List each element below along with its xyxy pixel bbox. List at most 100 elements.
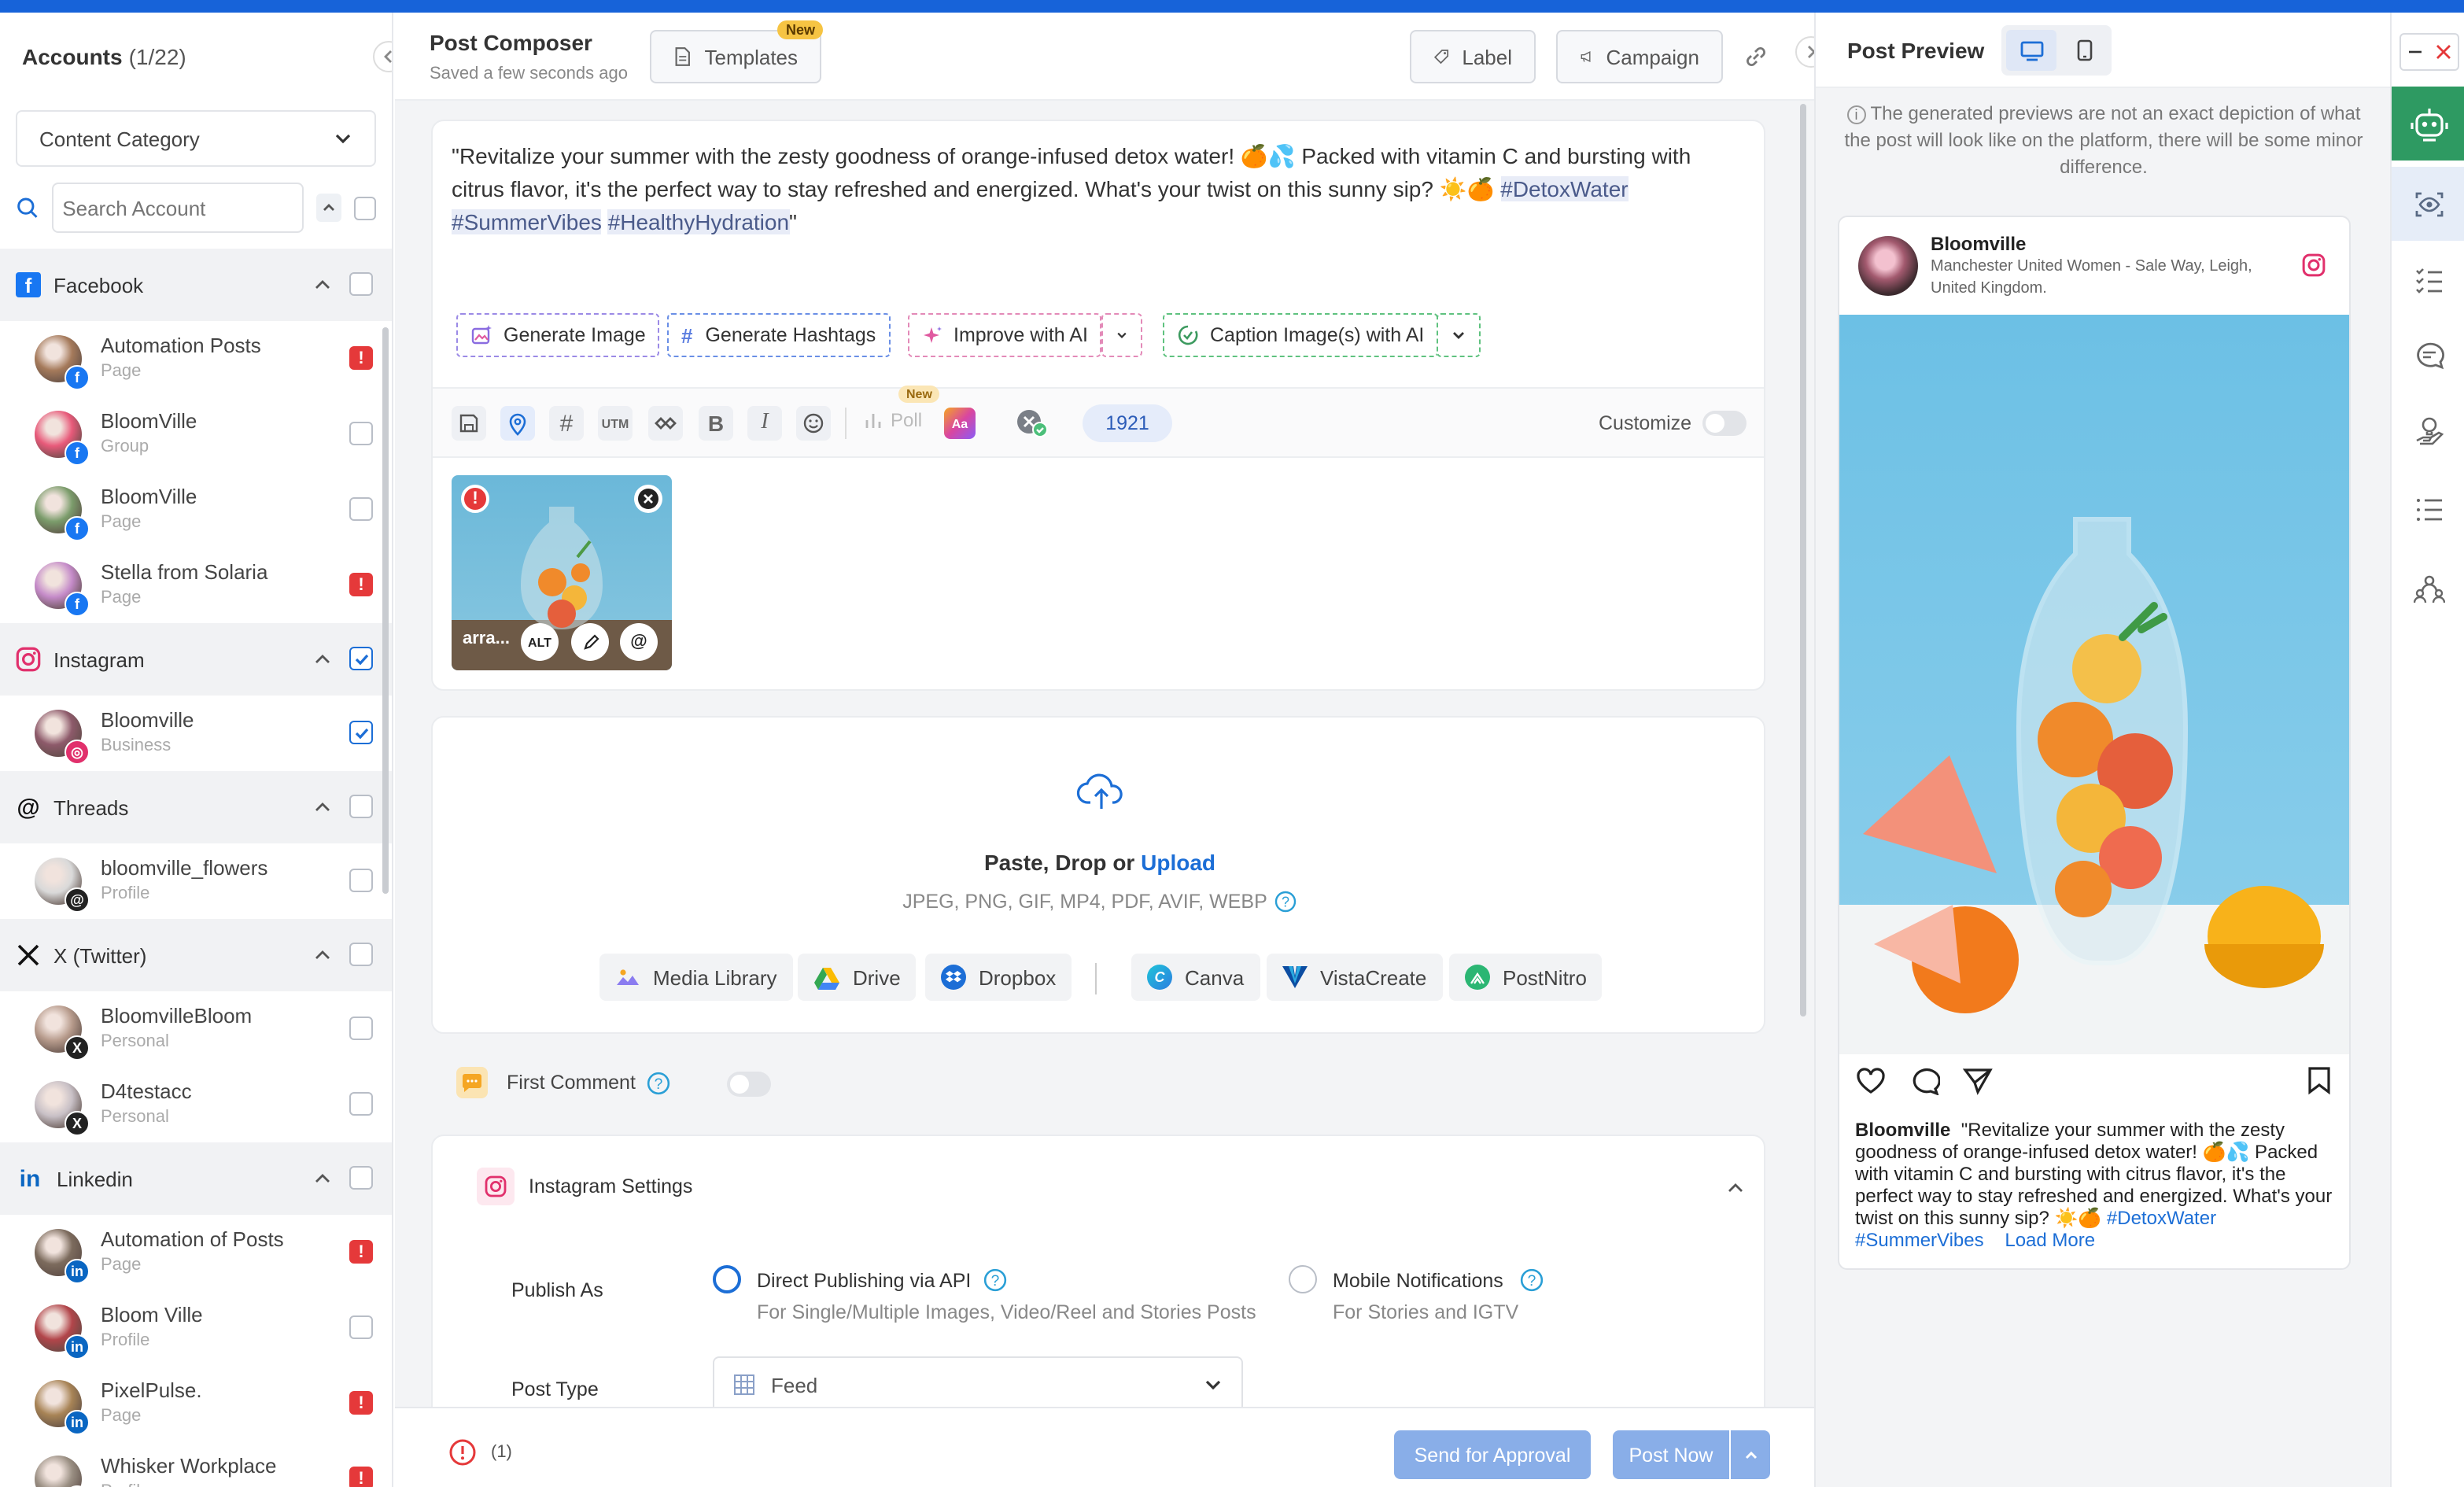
group-facebook[interactable]: f Facebook (0, 249, 392, 321)
account-item[interactable]: f Automation Posts Page ! (0, 321, 392, 397)
account-item[interactable]: in Automation of Posts Page ! (0, 1215, 392, 1290)
customize-toggle[interactable] (1702, 411, 1747, 436)
account-item[interactable]: X D4testacc Personal (0, 1067, 392, 1142)
load-more-link[interactable]: Load More (2005, 1229, 2095, 1251)
account-checkbox[interactable] (349, 1092, 373, 1116)
eye-scan-icon[interactable] (2414, 189, 2445, 220)
utm-button[interactable]: UTM (598, 406, 633, 441)
chevron-up-icon[interactable] (313, 650, 332, 669)
tag-user-button[interactable]: @ (620, 623, 658, 661)
label-button[interactable]: Label (1410, 30, 1536, 83)
account-item[interactable]: f BloomVille Group (0, 397, 392, 472)
media-library-button[interactable]: Media Library (599, 954, 793, 1001)
team-users-icon[interactable] (2414, 573, 2445, 604)
group-linkedin[interactable]: in Linkedin (0, 1142, 392, 1215)
composer-scrollbar[interactable] (1800, 104, 1806, 1017)
help-icon[interactable]: ? (983, 1268, 1007, 1292)
collapse-panel-button[interactable] (373, 41, 392, 72)
threaded-tweets-button[interactable] (648, 406, 683, 441)
direct-publishing-radio[interactable] (713, 1265, 741, 1293)
group-x-twitter-[interactable]: X (Twitter) (0, 919, 392, 991)
ai-text-style-button[interactable]: Aa (944, 408, 976, 439)
select-all-checkbox[interactable] (354, 196, 376, 220)
group-instagram[interactable]: Instagram (0, 623, 392, 696)
location-button[interactable] (500, 406, 535, 441)
account-checkbox[interactable] (349, 1017, 373, 1040)
account-checkbox[interactable] (349, 1315, 373, 1339)
account-item[interactable]: f BloomVille Page (0, 472, 392, 548)
group-checkbox[interactable] (349, 647, 373, 670)
alt-text-button[interactable]: ALT (521, 623, 559, 661)
dropbox-button[interactable]: Dropbox (925, 954, 1072, 1001)
chevron-up-icon[interactable] (1726, 1179, 1745, 1197)
account-item[interactable]: f Stella from Solaria Page ! (0, 548, 392, 623)
vistacreate-button[interactable]: VistaCreate (1267, 954, 1443, 1001)
post-now-button[interactable]: Post Now (1613, 1430, 1729, 1479)
poll-button[interactable]: Poll (864, 409, 922, 431)
group-checkbox[interactable] (349, 272, 373, 296)
like-icon[interactable] (1855, 1067, 1887, 1095)
mobile-notifications-radio[interactable] (1289, 1265, 1317, 1293)
save-draft-button[interactable] (452, 406, 486, 441)
warning-icon[interactable]: ! (349, 1391, 373, 1415)
canva-button[interactable]: C Canva (1131, 954, 1260, 1001)
task-list-icon[interactable] (2414, 264, 2445, 296)
post-type-dropdown[interactable]: Feed (713, 1356, 1243, 1413)
ai-assistant-button[interactable] (2392, 87, 2464, 161)
account-item[interactable]: X BloomvilleBloom Personal (0, 991, 392, 1067)
templates-button[interactable]: Templates New (650, 20, 823, 83)
generate-image-button[interactable]: Generate Image (456, 313, 660, 357)
account-checkbox[interactable] (349, 422, 373, 445)
mobile-view-button[interactable] (2063, 30, 2107, 71)
minimize-icon[interactable] (2407, 44, 2423, 60)
account-item[interactable]: in Whisker Workplace Profile ! (0, 1441, 392, 1487)
first-comment-toggle[interactable] (727, 1072, 771, 1097)
bold-button[interactable]: B (699, 406, 733, 441)
close-icon[interactable] (2436, 44, 2451, 60)
help-icon[interactable]: ? (1275, 891, 1297, 913)
content-category-dropdown[interactable]: Content Category (16, 110, 376, 167)
upload-dropzone[interactable]: Paste, Drop or Upload JPEG, PNG, GIF, MP… (431, 716, 1765, 1034)
error-icon[interactable] (448, 1438, 477, 1467)
caption-options-dropdown[interactable] (1437, 313, 1481, 357)
comment-icon[interactable] (1909, 1067, 1940, 1095)
caption-image-ai-button[interactable]: Caption Image(s) with AI (1163, 313, 1439, 357)
desktop-view-button[interactable] (2006, 30, 2056, 71)
accounts-scrollbar[interactable] (382, 327, 389, 894)
link-button[interactable] (1742, 42, 1770, 71)
group-threads[interactable]: @ Threads (0, 771, 392, 843)
hashtag-button[interactable]: # (549, 406, 584, 441)
postnitro-button[interactable]: PostNitro (1449, 954, 1603, 1001)
warning-icon[interactable]: ! (349, 573, 373, 596)
group-checkbox[interactable] (349, 943, 373, 966)
help-icon[interactable]: ? (1520, 1268, 1544, 1292)
chevron-up-icon[interactable] (313, 1169, 332, 1188)
improve-options-dropdown[interactable] (1101, 313, 1142, 357)
account-item[interactable]: in PixelPulse. Page ! (0, 1366, 392, 1441)
emoji-button[interactable] (796, 406, 831, 441)
list-icon[interactable] (2414, 494, 2445, 526)
campaign-button[interactable]: Campaign (1556, 30, 1723, 83)
remove-media-button[interactable] (634, 485, 662, 513)
edit-media-button[interactable] (571, 623, 609, 661)
idea-hand-icon[interactable] (2414, 415, 2445, 447)
approval-toggle-button[interactable] (1015, 408, 1048, 439)
share-icon[interactable] (1962, 1067, 1994, 1095)
drive-button[interactable]: Drive (798, 954, 917, 1001)
collapse-all-button[interactable] (315, 194, 342, 222)
comments-icon[interactable] (2414, 340, 2445, 371)
improve-with-ai-button[interactable]: Improve with AI (908, 313, 1102, 357)
generate-hashtags-button[interactable]: # Generate Hashtags (667, 313, 891, 357)
search-account-input[interactable] (51, 183, 304, 233)
chevron-up-icon[interactable] (313, 798, 332, 817)
group-checkbox[interactable] (349, 1166, 373, 1190)
media-thumbnail[interactable]: ! arra... ALT @ (452, 475, 672, 670)
account-item[interactable]: @ bloomville_flowers Profile (0, 843, 392, 919)
account-checkbox[interactable] (349, 497, 373, 521)
account-checkbox[interactable] (349, 721, 373, 744)
post-options-dropdown[interactable] (1731, 1430, 1770, 1479)
bookmark-icon[interactable] (2307, 1065, 2332, 1095)
post-text-editor[interactable]: "Revitalize your summer with the zesty g… (452, 140, 1710, 239)
warning-icon[interactable]: ! (349, 1240, 373, 1264)
warning-icon[interactable]: ! (349, 1467, 373, 1487)
